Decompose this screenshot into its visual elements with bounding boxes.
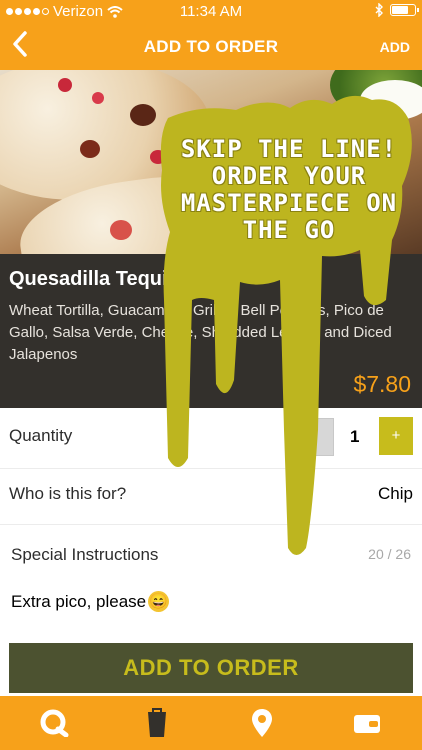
quantity-increment-button[interactable]: +: [379, 417, 413, 455]
bluetooth-icon: [375, 3, 383, 17]
status-bar: Verizon 11:34 AM: [0, 0, 422, 24]
nav-bar: ADD TO ORDER ADD: [0, 24, 422, 70]
recipient-label: Who is this for?: [9, 484, 127, 503]
promo-text: SKIP THE LINE! ORDER YOUR MASTERPIECE ON…: [180, 135, 398, 244]
bag-icon: [148, 708, 166, 737]
wallet-icon: [354, 715, 380, 733]
tab-wallet[interactable]: [347, 708, 387, 738]
add-to-order-button[interactable]: ADD TO ORDER: [9, 643, 413, 693]
recipient-value[interactable]: Chip: [378, 484, 413, 504]
quantity-label: Quantity: [9, 426, 73, 445]
battery-icon: [390, 4, 419, 16]
item-name: Quesadilla Tequila Lime: [9, 268, 237, 290]
tab-locations[interactable]: [242, 708, 282, 738]
special-instructions-label: Special Instructions: [11, 545, 159, 564]
item-description: Wheat Tortilla, Guacamole, Grilled Bell …: [9, 302, 392, 363]
quantity-decrement-button[interactable]: [298, 418, 334, 456]
item-info-panel: Quesadilla Tequila Lime Wheat Tortilla, …: [0, 254, 422, 408]
status-time: 11:34 AM: [179, 3, 243, 20]
qdoba-logo-icon: [40, 709, 69, 737]
divider: [0, 468, 422, 469]
divider: [0, 524, 422, 525]
special-instructions-value: Extra pico, please: [11, 591, 147, 611]
page-title: ADD TO ORDER: [143, 37, 279, 56]
special-instructions-input[interactable]: Extra pico, please 😄: [11, 591, 170, 612]
smiley-emoji-icon: 😄: [148, 591, 170, 612]
tab-home[interactable]: [34, 708, 74, 738]
location-pin-icon: [252, 709, 272, 737]
tab-bag[interactable]: [137, 708, 177, 738]
character-counter: 20 / 26: [368, 546, 411, 562]
tab-bar: [0, 696, 422, 750]
status-right: [375, 3, 419, 17]
item-price: $7.80: [353, 371, 411, 397]
quantity-value: 1: [350, 427, 360, 446]
add-button[interactable]: ADD: [380, 39, 410, 55]
